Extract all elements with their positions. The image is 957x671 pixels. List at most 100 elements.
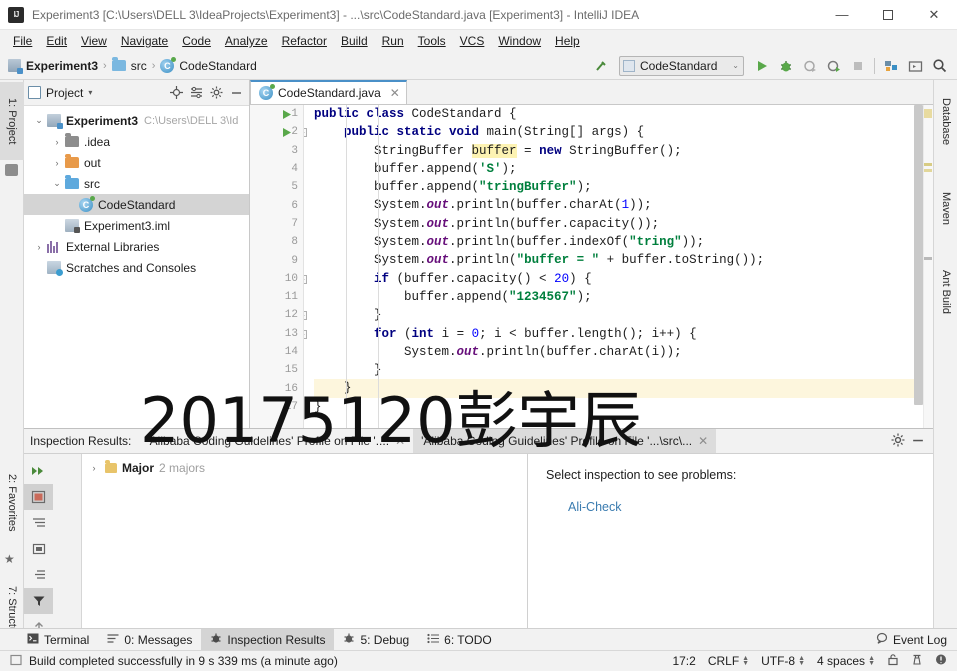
menu-file[interactable]: File: [6, 32, 39, 50]
project-panel-title[interactable]: Project ▾: [28, 86, 92, 100]
twisty-icon[interactable]: ⌄: [50, 178, 64, 189]
twisty-icon[interactable]: ›: [88, 463, 100, 473]
code-line[interactable]: }: [314, 398, 933, 416]
caret-position[interactable]: 17:2: [672, 654, 695, 668]
stripe-marker[interactable]: [924, 257, 932, 260]
twisty-icon[interactable]: ›: [50, 137, 64, 147]
menu-code[interactable]: Code: [175, 32, 218, 50]
export-html-icon[interactable]: [24, 484, 53, 510]
code-line[interactable]: }: [314, 379, 933, 398]
stripe-marker[interactable]: [924, 169, 932, 172]
close-icon[interactable]: ✕: [698, 434, 708, 448]
inspection-link-ali-check[interactable]: Ali-Check: [568, 500, 933, 514]
open-console-icon[interactable]: [904, 55, 926, 77]
close-button[interactable]: ✕: [911, 0, 957, 30]
stripe-marker[interactable]: [924, 163, 932, 166]
twisty-icon[interactable]: ›: [32, 242, 46, 252]
line-separator-selector[interactable]: CRLF ▲ ▼: [708, 654, 749, 668]
code-line[interactable]: if (buffer.capacity() < 20) {: [314, 270, 933, 288]
code-line[interactable]: System.out.println("buffer = " + buffer.…: [314, 251, 933, 269]
menu-tools[interactable]: Tools: [411, 32, 453, 50]
inspection-tree-row-major[interactable]: › Major 2 majors: [82, 458, 527, 478]
close-icon[interactable]: ✕: [395, 434, 405, 448]
menu-refactor[interactable]: Refactor: [275, 32, 334, 50]
tool-button-inspection-results[interactable]: Inspection Results: [201, 628, 335, 651]
rerun-icon[interactable]: [24, 458, 53, 484]
menu-help[interactable]: Help: [548, 32, 587, 50]
build-project-icon[interactable]: [880, 55, 902, 77]
twisty-icon[interactable]: ⌄: [32, 115, 46, 126]
code-line[interactable]: }: [314, 361, 933, 379]
code-line[interactable]: buffer.append("1234567");: [314, 288, 933, 306]
group-by-module-icon[interactable]: [24, 536, 53, 562]
menu-vcs[interactable]: VCS: [453, 32, 492, 50]
menu-navigate[interactable]: Navigate: [114, 32, 175, 50]
minimize-button[interactable]: —: [819, 0, 865, 30]
tool-button-terminal[interactable]: Terminal: [18, 629, 98, 651]
breadcrumb-src[interactable]: src: [131, 59, 147, 73]
menu-window[interactable]: Window: [491, 32, 548, 50]
sidebar-item-ant-build[interactable]: Ant Build: [934, 256, 957, 328]
notifications-icon[interactable]: [935, 653, 947, 669]
sidebar-item-database[interactable]: Database: [934, 84, 957, 160]
tree-row-iml[interactable]: Experiment3.iml: [24, 215, 249, 236]
tree-row-out[interactable]: › out: [24, 152, 249, 173]
code-line[interactable]: System.out.println(buffer.charAt(i));: [314, 343, 933, 361]
hide-icon[interactable]: [911, 433, 925, 450]
locate-icon[interactable]: [167, 84, 185, 102]
event-log-button[interactable]: Event Log: [876, 632, 957, 647]
run-coverage-icon[interactable]: [799, 55, 821, 77]
run-gutter-icon[interactable]: [280, 126, 293, 139]
run-gutter-icon[interactable]: [280, 108, 293, 121]
tool-button-todo[interactable]: 6: TODO: [418, 629, 501, 651]
search-everywhere-icon[interactable]: [928, 55, 950, 77]
breadcrumb-project[interactable]: Experiment3: [26, 59, 98, 73]
maximize-button[interactable]: [865, 0, 911, 30]
scrollbar-thumb[interactable]: [914, 105, 923, 405]
menu-edit[interactable]: Edit: [39, 32, 74, 50]
lock-icon[interactable]: [887, 653, 899, 669]
code-line[interactable]: for (int i = 0; i < buffer.length(); i++…: [314, 325, 933, 343]
menu-run[interactable]: Run: [375, 32, 411, 50]
expand-all-icon[interactable]: [24, 510, 53, 536]
code-line[interactable]: StringBuffer buffer = new StringBuffer()…: [314, 142, 933, 160]
run-icon[interactable]: [751, 55, 773, 77]
fold-marker-icon[interactable]: −: [304, 274, 307, 284]
twisty-icon[interactable]: ›: [50, 158, 64, 168]
debug-icon[interactable]: [775, 55, 797, 77]
tree-row-src[interactable]: ⌄ src: [24, 173, 249, 194]
hammer-icon[interactable]: [590, 55, 612, 77]
code-line[interactable]: System.out.println(buffer.capacity());: [314, 215, 933, 233]
encoding-selector[interactable]: UTF-8 ▲ ▼: [761, 654, 805, 668]
close-icon[interactable]: ✕: [390, 86, 400, 100]
gear-icon[interactable]: [891, 433, 905, 450]
tree-row-external-libraries[interactable]: › External Libraries: [24, 236, 249, 257]
code-line[interactable]: public class CodeStandard {: [314, 105, 933, 123]
tree-row-scratches[interactable]: Scratches and Consoles: [24, 257, 249, 278]
inspection-level-icon[interactable]: [911, 653, 923, 669]
code-line[interactable]: System.out.println(buffer.indexOf("tring…: [314, 233, 933, 251]
breadcrumb-class[interactable]: CodeStandard: [179, 59, 256, 73]
fold-marker-icon[interactable]: −: [304, 311, 307, 321]
menu-analyze[interactable]: Analyze: [218, 32, 275, 50]
sidebar-item-project[interactable]: 1: Project: [0, 82, 24, 160]
stripe-marker[interactable]: [924, 109, 932, 118]
code-line[interactable]: buffer.append("tringBuffer");: [314, 178, 933, 196]
menu-view[interactable]: View: [74, 32, 114, 50]
gear-icon[interactable]: [207, 84, 225, 102]
stop-icon[interactable]: [847, 55, 869, 77]
indent-selector[interactable]: 4 spaces ▲ ▼: [817, 654, 875, 668]
tree-row-experiment3[interactable]: ⌄ Experiment3 C:\Users\DELL 3\Id: [24, 110, 249, 131]
tab-codestandard-java[interactable]: C CodeStandard.java ✕: [250, 80, 407, 104]
hide-icon[interactable]: [227, 84, 245, 102]
code-line[interactable]: buffer.append('S');: [314, 160, 933, 178]
code-line[interactable]: System.out.println(buffer.charAt(1));: [314, 196, 933, 214]
code-line[interactable]: public static void main(String[] args) {: [314, 123, 933, 141]
tree-row-codestandard[interactable]: C CodeStandard: [24, 194, 249, 215]
inspection-tab-2[interactable]: 'Alibaba Coding Guidelines' Profile on F…: [413, 429, 717, 453]
tool-button-messages[interactable]: 0: Messages: [98, 629, 201, 651]
inspection-tab-1[interactable]: 'Alibaba Coding Guidelines' Profile on F…: [139, 429, 413, 453]
fold-marker-icon[interactable]: −: [304, 329, 307, 339]
collapse-all-icon[interactable]: [24, 562, 53, 588]
sidebar-item-maven[interactable]: Maven: [934, 178, 957, 240]
